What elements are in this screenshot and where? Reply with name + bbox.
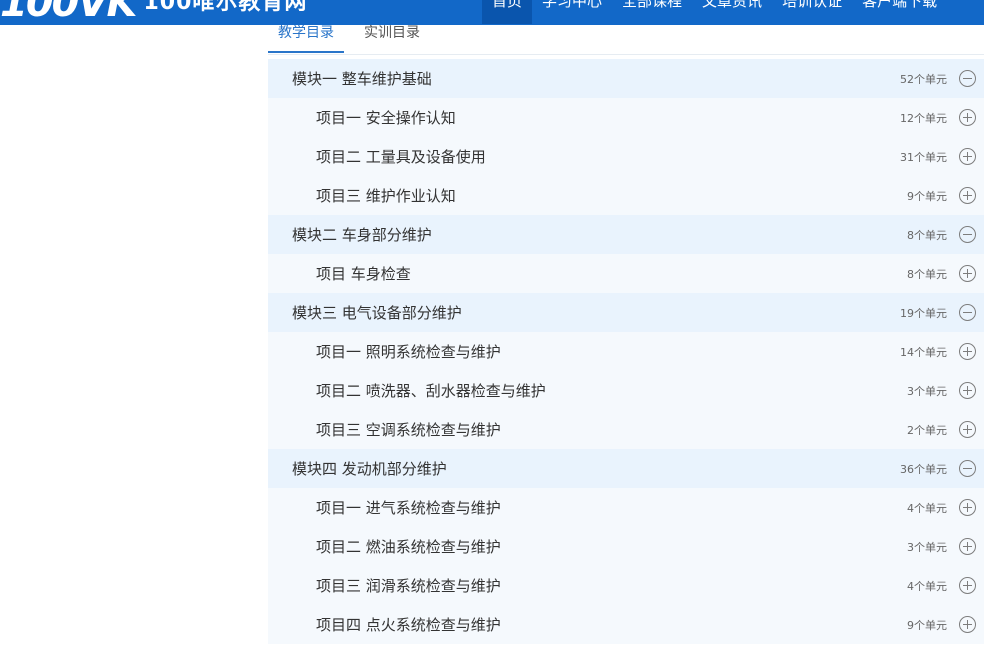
module-row[interactable]: 模块四 发动机部分维护 36个单元 <box>268 449 984 488</box>
expand-plus-icon[interactable] <box>959 499 976 516</box>
project-title: 项目二 燃油系统检查与维护 <box>316 538 501 556</box>
expand-plus-icon[interactable] <box>959 265 976 282</box>
expand-plus-icon[interactable] <box>959 538 976 555</box>
top-navigation-bar: 100VK 100唯尔教育网 首页 学习中心 全部课程 文章资讯 培训认证 客户… <box>0 0 984 25</box>
unit-count: 3个单元 <box>907 384 947 398</box>
project-title: 项目三 润滑系统检查与维护 <box>316 577 501 595</box>
unit-count: 52个单元 <box>900 72 947 86</box>
expand-plus-icon[interactable] <box>959 577 976 594</box>
project-title: 项目一 照明系统检查与维护 <box>316 343 501 361</box>
unit-count: 3个单元 <box>907 540 947 554</box>
project-title: 项目三 空调系统检查与维护 <box>316 421 501 439</box>
project-row[interactable]: 项目四 点火系统检查与维护 9个单元 <box>268 605 984 644</box>
logo-text: 100唯尔教育网 <box>143 0 308 15</box>
expand-plus-icon[interactable] <box>959 382 976 399</box>
nav-item-all-courses[interactable]: 全部课程 <box>612 0 692 24</box>
nav-item-training-certification[interactable]: 培训认证 <box>772 0 852 24</box>
module-title: 模块四 发动机部分维护 <box>292 460 447 478</box>
project-row[interactable]: 项目一 进气系统检查与维护 4个单元 <box>268 488 984 527</box>
project-title: 项目一 进气系统检查与维护 <box>316 499 501 517</box>
project-row[interactable]: 项目二 工量具及设备使用 31个单元 <box>268 137 984 176</box>
project-row[interactable]: 项目二 燃油系统检查与维护 3个单元 <box>268 527 984 566</box>
expand-plus-icon[interactable] <box>959 187 976 204</box>
project-row[interactable]: 项目一 照明系统检查与维护 14个单元 <box>268 332 984 371</box>
collapse-minus-icon[interactable] <box>959 304 976 321</box>
module-title: 模块一 整车维护基础 <box>292 70 432 88</box>
unit-count: 12个单元 <box>900 111 947 125</box>
unit-count: 8个单元 <box>907 267 947 281</box>
expand-plus-icon[interactable] <box>959 109 976 126</box>
module-row[interactable]: 模块三 电气设备部分维护 19个单元 <box>268 293 984 332</box>
project-row[interactable]: 项目三 空调系统检查与维护 2个单元 <box>268 410 984 449</box>
project-row[interactable]: 项目二 喷洗器、刮水器检查与维护 3个单元 <box>268 371 984 410</box>
catalog-tabs: 教学目录 实训目录 <box>268 25 984 55</box>
expand-plus-icon[interactable] <box>959 148 976 165</box>
project-title: 项目 车身检查 <box>316 265 411 283</box>
unit-count: 2个单元 <box>907 423 947 437</box>
module-title: 模块二 车身部分维护 <box>292 226 432 244</box>
unit-count: 19个单元 <box>900 306 947 320</box>
collapse-minus-icon[interactable] <box>959 226 976 243</box>
tab-practical-catalog[interactable]: 实训目录 <box>354 25 430 53</box>
project-title: 项目二 喷洗器、刮水器检查与维护 <box>316 382 546 400</box>
unit-count: 36个单元 <box>900 462 947 476</box>
module-row[interactable]: 模块二 车身部分维护 8个单元 <box>268 215 984 254</box>
project-row[interactable]: 项目三 润滑系统检查与维护 4个单元 <box>268 566 984 605</box>
expand-plus-icon[interactable] <box>959 343 976 360</box>
project-row[interactable]: 项目一 安全操作认知 12个单元 <box>268 98 984 137</box>
catalog-list: 模块一 整车维护基础 52个单元项目一 安全操作认知 12个单元项目二 工量具及设备… <box>268 59 984 644</box>
unit-count: 9个单元 <box>907 618 947 632</box>
unit-count: 9个单元 <box>907 189 947 203</box>
tab-teaching-catalog[interactable]: 教学目录 <box>268 25 344 53</box>
expand-plus-icon[interactable] <box>959 421 976 438</box>
project-title: 项目一 安全操作认知 <box>316 109 456 127</box>
unit-count: 4个单元 <box>907 579 947 593</box>
nav-item-client-download[interactable]: 客户端下载 <box>852 0 947 24</box>
project-row[interactable]: 项目 车身检查 8个单元 <box>268 254 984 293</box>
nav-item-learning-center[interactable]: 学习中心 <box>532 0 612 24</box>
unit-count: 4个单元 <box>907 501 947 515</box>
project-title: 项目四 点火系统检查与维护 <box>316 616 501 634</box>
collapse-minus-icon[interactable] <box>959 70 976 87</box>
unit-count: 14个单元 <box>900 345 947 359</box>
module-row[interactable]: 模块一 整车维护基础 52个单元 <box>268 59 984 98</box>
logo-mark: 100VK <box>0 0 137 25</box>
nav-item-articles[interactable]: 文章资讯 <box>692 0 772 24</box>
expand-plus-icon[interactable] <box>959 616 976 633</box>
module-title: 模块三 电气设备部分维护 <box>292 304 462 322</box>
unit-count: 31个单元 <box>900 150 947 164</box>
collapse-minus-icon[interactable] <box>959 460 976 477</box>
project-title: 项目二 工量具及设备使用 <box>316 148 486 166</box>
project-title: 项目三 维护作业认知 <box>316 187 456 205</box>
main-nav: 首页 学习中心 全部课程 文章资讯 培训认证 客户端下载 <box>482 0 947 24</box>
nav-item-home[interactable]: 首页 <box>482 0 533 24</box>
site-logo[interactable]: 100VK 100唯尔教育网 <box>0 0 307 23</box>
project-row[interactable]: 项目三 维护作业认知 9个单元 <box>268 176 984 215</box>
unit-count: 8个单元 <box>907 228 947 242</box>
